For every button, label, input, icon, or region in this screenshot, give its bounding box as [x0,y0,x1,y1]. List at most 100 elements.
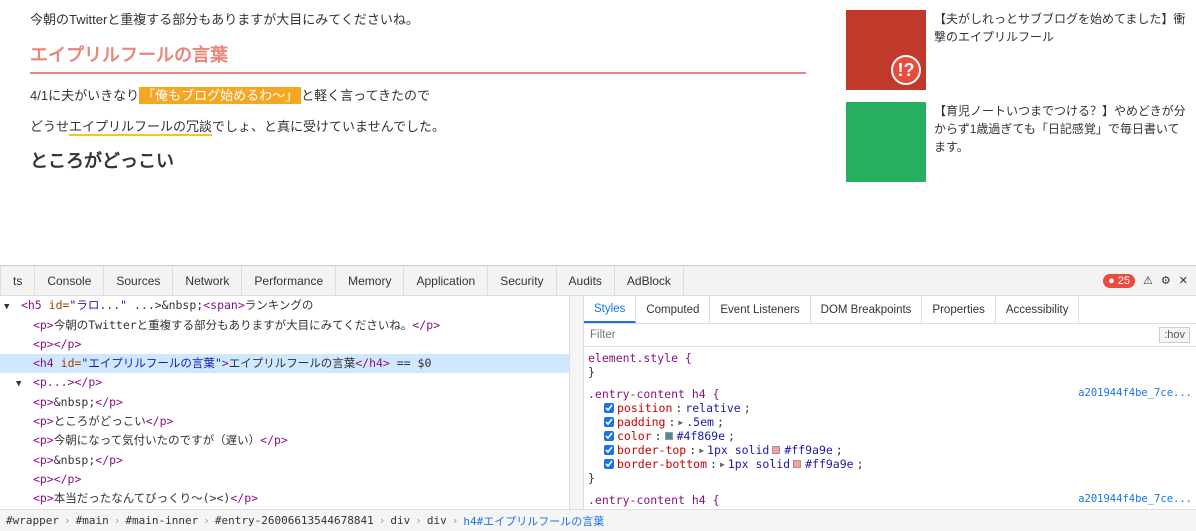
tab-console[interactable]: Console [35,266,104,295]
para1-pre: 4/1に夫がいきなり [30,88,139,103]
sidebar-thumbnail-2 [846,102,926,182]
html-line: <p>今朝のTwitterと重複する部分もありますが大目にみてくださいね。</p… [0,316,569,335]
css-block-entry-content-h4-1: a201944f4be_7ce... .entry-content h4 { p… [588,387,1192,485]
sidebar-item-1: !? 【夫がしれっとサブブログを始めてました】衝撃のエイプリルフール [846,10,1186,90]
css-checkbox[interactable] [604,459,614,469]
css-close-brace: } [588,365,1192,379]
paragraph-2: どうせエイプリルフールの冗談でしょ、と真に受けていませんでした。 [30,117,806,138]
css-prop-position: position: relative; [588,401,1192,415]
exclaim-icon: !? [891,55,921,85]
styles-filter-bar: :hov [584,324,1196,347]
tab-memory[interactable]: Memory [336,266,404,295]
css-close-brace: } [588,471,1192,485]
section-title: ところがどっこい [30,147,806,176]
css-prop-border-bottom: border-bottom: 1px solid #ff9a9e; [588,457,1192,471]
article-title: エイプリルフールの言葉 [30,41,806,74]
tab-network[interactable]: Network [173,266,242,295]
styles-tab-styles[interactable]: Styles [584,296,636,323]
styles-tab-event-listeners[interactable]: Event Listeners [710,296,810,323]
tab-performance[interactable]: Performance [242,266,336,295]
expand-value-icon[interactable] [678,418,683,427]
css-checkbox[interactable] [604,417,614,427]
html-line: <p></p> [0,335,569,354]
expand-icon[interactable] [16,378,26,392]
scroll-divider [570,296,584,509]
hov-button[interactable]: :hov [1159,327,1190,343]
css-checkbox[interactable] [604,431,614,441]
paragraph-1: 4/1に夫がいきなり「俺もブログ始めるわ～」と軽く言ってきたので [30,86,806,107]
tab-sources[interactable]: Sources [104,266,173,295]
breadcrumb-main[interactable]: #main [76,514,109,527]
expand-value-icon[interactable] [699,446,704,455]
breadcrumb-h4[interactable]: h4#エイプリルフールの言葉 [463,513,604,529]
styles-body[interactable]: element.style { } a201944f4be_7ce... .en… [584,347,1196,509]
css-block-entry-content-h4-2: a201944f4be_7ce... .entry-content h4 { f… [588,493,1192,509]
sidebar-text-1: 【夫がしれっとサブブログを始めてました】衝撃のエイプリルフール [926,10,1186,90]
css-source-link-2[interactable]: a201944f4be_7ce... [1078,493,1192,505]
styles-panel: Styles Computed Event Listeners DOM Brea… [584,296,1196,509]
tab-ts[interactable]: ts [0,266,35,295]
color-swatch[interactable] [793,460,801,468]
page-content: 今朝のTwitterと重複する部分もありますが大目にみてくださいね。 エイプリル… [0,0,1196,265]
error-badge: ● 25 [1103,274,1135,288]
html-line: <h5 id="ラロ..." ...>&nbsp;<span>ランキングの [0,296,569,316]
close-devtools-icon[interactable]: ✕ [1179,274,1188,287]
breadcrumb-entry[interactable]: #entry-26006613544678841 [215,514,374,527]
tab-adblock[interactable]: AdBlock [615,266,684,295]
color-swatch[interactable] [665,432,673,440]
html-line: <p...></p> [0,373,569,393]
html-line: <p></p> [0,470,569,489]
styles-tab-computed[interactable]: Computed [636,296,710,323]
devtools-status-area: ● 25 ⚠ ⚙ ✕ [1095,266,1196,295]
intro-text: 今朝のTwitterと重複する部分もありますが大目にみてくださいね。 [30,10,806,31]
html-line: <p>&nbsp;</p> [0,451,569,470]
devtools-breadcrumb: #wrapper › #main › #main-inner › #entry-… [0,509,1196,531]
sidebar-text-2: 【育児ノートいつまでつける？】やめどきが分からず1歳過ぎても「日記感覚」で毎日書… [926,102,1186,182]
css-prop-color: color: #4f869e; [588,429,1192,443]
breadcrumb-div1[interactable]: div [390,514,410,527]
devtools-panel: ts Console Sources Network Performance M… [0,265,1196,531]
devtools-tabs: ts Console Sources Network Performance M… [0,266,1196,296]
tab-audits[interactable]: Audits [557,266,615,295]
main-content: 今朝のTwitterと重複する部分もありますが大目にみてくださいね。 エイプリル… [0,0,836,265]
styles-tab-properties[interactable]: Properties [922,296,995,323]
html-line: <p>&nbsp;</p> [0,393,569,412]
filter-input[interactable] [590,329,1159,341]
color-swatch[interactable] [772,446,780,454]
html-line: <p>ところがどっこい</p> [0,412,569,431]
para1-highlight: 「俺もブログ始めるわ～」 [139,87,301,104]
css-checkbox[interactable] [604,445,614,455]
styles-tab-accessibility[interactable]: Accessibility [996,296,1080,323]
css-selector-line: element.style { [588,351,1192,365]
devtools-body: <h5 id="ラロ..." ...>&nbsp;<span>ランキングの <p… [0,296,1196,509]
css-checkbox[interactable] [604,403,614,413]
html-line-selected[interactable]: <h4 id="エイプリルフールの言葉">エイプリルフールの言葉</h4> ==… [0,354,569,373]
breadcrumb-div2[interactable]: div [427,514,447,527]
html-line: <p>今朝になって気付いたのですが（遅い）</p> [0,431,569,450]
tab-security[interactable]: Security [488,266,556,295]
css-source-link[interactable]: a201944f4be_7ce... [1078,387,1192,399]
css-selector-line: a201944f4be_7ce... .entry-content h4 { [588,387,1192,401]
css-selector-line: a201944f4be_7ce... .entry-content h4 { [588,493,1192,507]
styles-sub-tabs: Styles Computed Event Listeners DOM Brea… [584,296,1196,324]
para1-post: と軽く言ってきたので [301,88,430,103]
tab-application[interactable]: Application [404,266,488,295]
sidebar-thumbnail-1: !? [846,10,926,90]
expand-icon[interactable] [4,301,14,315]
sidebar-item-2: 【育児ノートいつまでつける？】やめどきが分からず1歳過ぎても「日記感覚」で毎日書… [846,102,1186,182]
warn-icon: ⚠ [1143,274,1153,287]
html-panel[interactable]: <h5 id="ラロ..." ...>&nbsp;<span>ランキングの <p… [0,296,570,509]
css-block-element-style: element.style { } [588,351,1192,379]
breadcrumb-wrapper[interactable]: #wrapper [6,514,59,527]
expand-value-icon[interactable] [720,460,725,469]
styles-tab-dom-breakpoints[interactable]: DOM Breakpoints [811,296,923,323]
html-line: <p>本当だったなんてびっくり～(><)</p> [0,489,569,508]
settings-icon[interactable]: ⚙ [1161,274,1171,287]
breadcrumb-main-inner[interactable]: #main-inner [125,514,198,527]
css-prop-padding: padding: .5em; [588,415,1192,429]
sidebar: !? 【夫がしれっとサブブログを始めてました】衝撃のエイプリルフール 【育児ノー… [836,0,1196,265]
css-prop-border-top: border-top: 1px solid #ff9a9e; [588,443,1192,457]
para2-post: でしょ、と真に受けていませんでした。 [212,119,445,134]
para2-highlight: エイプリルフールの冗談 [69,119,212,136]
para2-pre: どうせ [30,119,69,134]
